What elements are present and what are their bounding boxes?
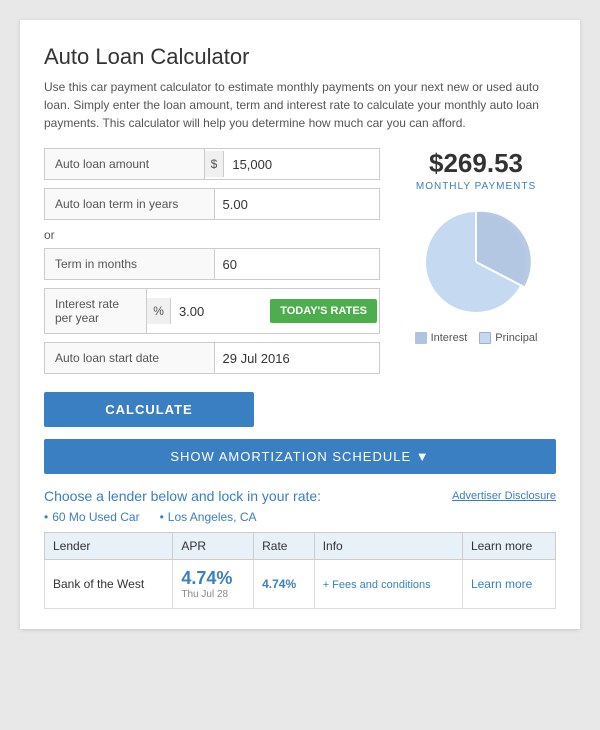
lender-section: Choose a lender below and lock in your r…: [44, 488, 556, 609]
lender-name: Bank of the West: [45, 560, 173, 609]
chart-legend: Interest Principal: [415, 332, 538, 344]
col-lender: Lender: [45, 533, 173, 560]
lender-table: Lender APR Rate Info Learn more Bank of …: [44, 532, 556, 609]
term-months-row: Term in months: [44, 248, 380, 280]
term-years-input[interactable]: [215, 191, 380, 218]
interest-prefix: %: [147, 298, 171, 324]
interest-row: Interest rate per year % TODAY'S RATES: [44, 288, 380, 334]
filter-item-car[interactable]: • 60 Mo Used Car: [44, 510, 140, 524]
learn-more-link[interactable]: Learn more: [471, 577, 532, 591]
col-learn-more: Learn more: [462, 533, 555, 560]
calculator-card: Auto Loan Calculator Use this car paymen…: [20, 20, 580, 629]
loan-amount-row: Auto loan amount $: [44, 148, 380, 180]
term-years-row: Auto loan term in years: [44, 188, 380, 220]
start-date-row: Auto loan start date: [44, 342, 380, 374]
table-header-row: Lender APR Rate Info Learn more: [45, 533, 556, 560]
monthly-amount: $269.53: [429, 148, 523, 179]
lender-info: + Fees and conditions: [314, 560, 462, 609]
lender-section-title: Choose a lender below and lock in your r…: [44, 488, 321, 504]
interest-input[interactable]: [171, 298, 268, 325]
loan-amount-prefix: $: [205, 151, 225, 177]
todays-rates-button[interactable]: TODAY'S RATES: [270, 299, 377, 323]
advertiser-disclosure-link[interactable]: Advertiser Disclosure: [452, 490, 556, 502]
page-description: Use this car payment calculator to estim…: [44, 78, 556, 132]
start-date-label: Auto loan start date: [45, 343, 215, 373]
monthly-label: MONTHLY PAYMENTS: [416, 181, 536, 192]
rate-value: 4.74%: [262, 577, 296, 591]
interest-label: Interest rate per year: [45, 289, 147, 333]
start-date-input[interactable]: [215, 345, 380, 372]
filter-location-label: Los Angeles, CA: [168, 510, 257, 524]
main-layout: Auto loan amount $ Auto loan term in yea…: [44, 148, 556, 427]
filter-row: • 60 Mo Used Car • Los Angeles, CA: [44, 510, 556, 524]
term-years-label: Auto loan term in years: [45, 189, 215, 219]
apr-value: 4.74%: [181, 568, 245, 589]
lender-header-row: Choose a lender below and lock in your r…: [44, 488, 556, 504]
apr-date: Thu Jul 28: [181, 589, 245, 600]
pie-chart: [416, 202, 536, 322]
interest-legend-label: Interest: [431, 332, 468, 344]
term-months-label: Term in months: [45, 249, 215, 279]
term-months-input[interactable]: [215, 251, 380, 278]
filter-car-label: 60 Mo Used Car: [52, 510, 139, 524]
lender-learn-more[interactable]: Learn more: [462, 560, 555, 609]
principal-legend-label: Principal: [495, 332, 537, 344]
chart-section: $269.53 MONTHLY PAYMENTS: [396, 148, 556, 427]
principal-legend-dot: [479, 332, 491, 344]
or-text: or: [44, 228, 380, 242]
amortization-button[interactable]: SHOW AMORTIZATION SCHEDULE ▼: [44, 439, 556, 474]
form-section: Auto loan amount $ Auto loan term in yea…: [44, 148, 380, 427]
principal-legend-item: Principal: [479, 332, 537, 344]
fees-link[interactable]: + Fees and conditions: [323, 579, 431, 591]
col-rate: Rate: [254, 533, 315, 560]
page-title: Auto Loan Calculator: [44, 44, 556, 70]
bullet-icon: •: [44, 510, 48, 524]
loan-amount-label: Auto loan amount: [45, 149, 205, 179]
interest-legend-dot: [415, 332, 427, 344]
table-row: Bank of the West 4.74% Thu Jul 28 4.74% …: [45, 560, 556, 609]
lender-rate: 4.74%: [254, 560, 315, 609]
filter-item-location[interactable]: • Los Angeles, CA: [160, 510, 257, 524]
lender-apr: 4.74% Thu Jul 28: [173, 560, 254, 609]
col-info: Info: [314, 533, 462, 560]
interest-legend-item: Interest: [415, 332, 468, 344]
calculate-button[interactable]: CALCULATE: [44, 392, 254, 427]
bullet-icon-2: •: [160, 510, 164, 524]
loan-amount-input[interactable]: [224, 151, 379, 178]
col-apr: APR: [173, 533, 254, 560]
